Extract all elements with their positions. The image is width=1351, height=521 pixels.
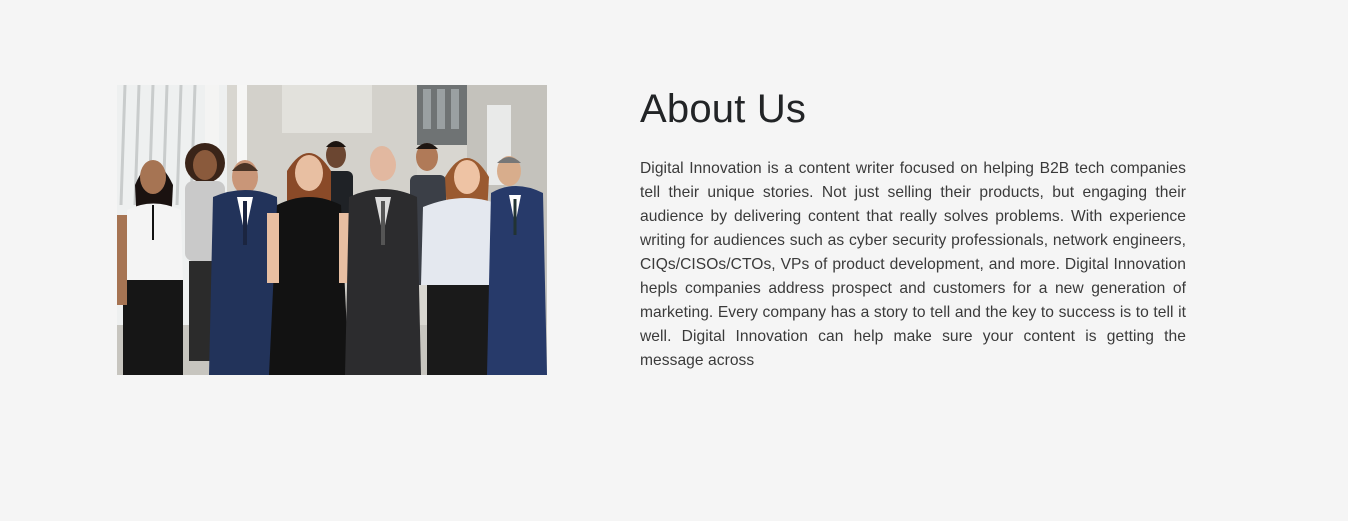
about-content: About Us Digital Innovation is a content… — [640, 86, 1186, 373]
about-description: Digital Innovation is a content writer f… — [640, 160, 1186, 369]
team-photo — [117, 85, 547, 375]
about-heading: About Us — [640, 87, 807, 131]
about-section: About Us Digital Innovation is a content… — [0, 0, 1351, 521]
